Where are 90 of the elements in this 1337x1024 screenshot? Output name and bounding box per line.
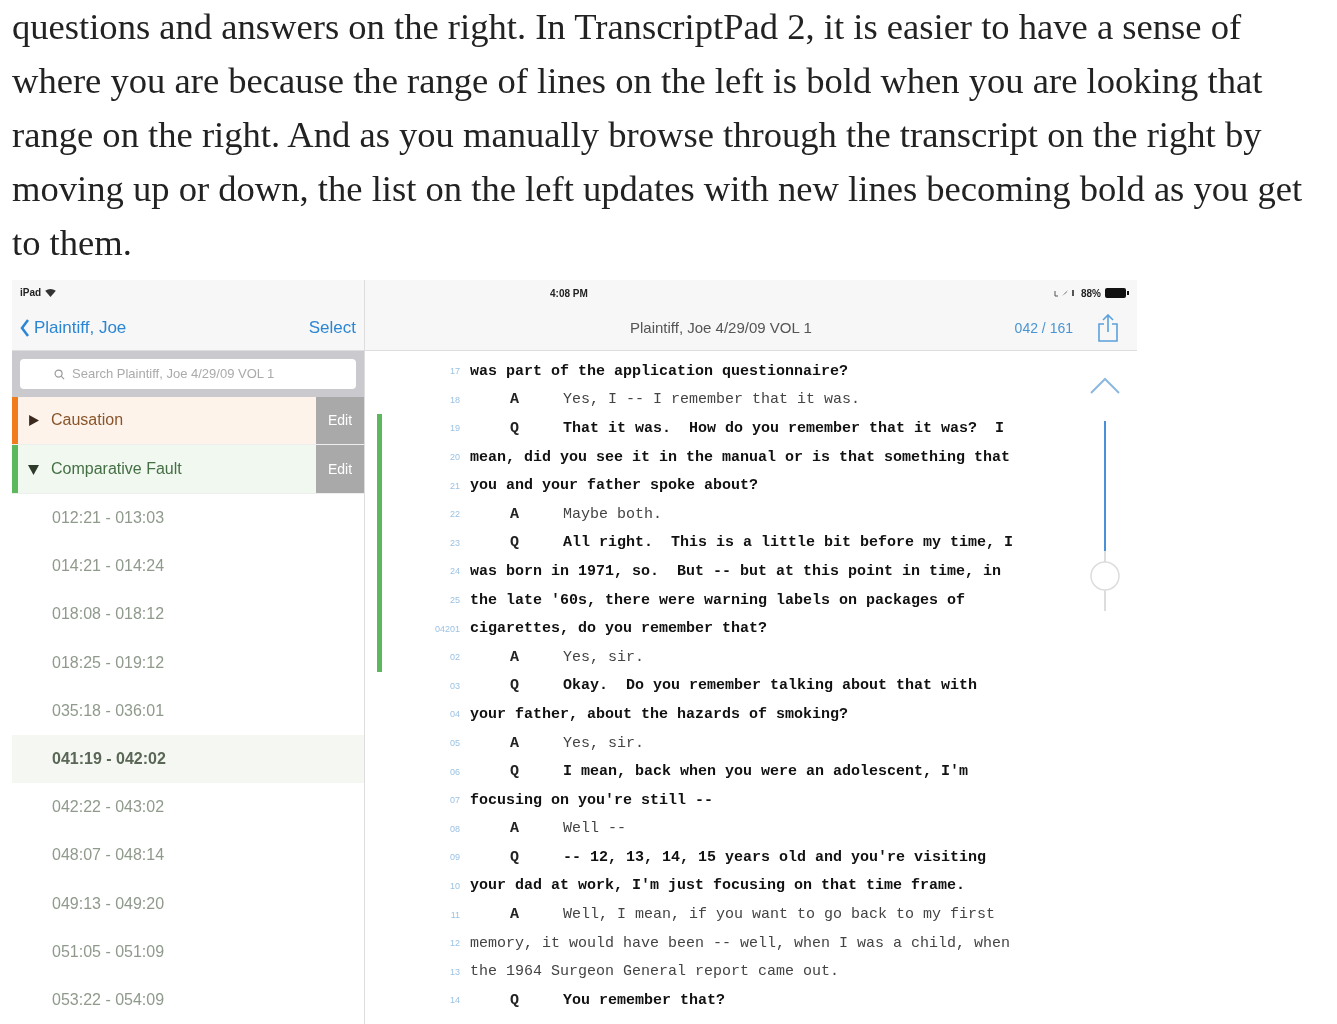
speaker-label: A [509,820,520,838]
speaker-label: Q [509,534,520,552]
transcript-text: Yes, sir. [563,648,644,666]
line-number: 20 [449,452,461,463]
range-item[interactable]: 051:05 - 051:09 [12,927,364,976]
line-number: 19 [449,423,461,434]
transcript-text: your dad at work, I'm just focusing on that time frame. [470,877,966,895]
edit-button[interactable]: Edit [316,445,364,493]
range-item[interactable]: 018:08 - 018:12 [12,590,364,639]
battery-percent: 88% [1081,287,1101,299]
speaker-label: Q [509,420,520,437]
status-time: 4:08 PM [550,288,588,299]
line-number: 21 [449,480,461,491]
speaker-label: Q [509,991,520,1009]
line-number: 03 [449,680,461,691]
range-item[interactable]: 053:22 - 054:09 [12,975,364,1024]
topic-row[interactable]: Comparative Fault Edit [12,445,364,494]
transcript-text: That it was. How do you remember that it was? I [563,420,1005,437]
line-number: 11 [449,909,461,920]
line-number: 12 [449,938,461,949]
select-button[interactable]: Select [308,317,356,338]
transcript-text: -- 12, 13, 14, 15 years old and you're visiting [563,848,987,866]
transcript-text: was part of the application questionnaire? [470,362,849,380]
transcript-text: was born in 1971, so. But -- but at this point in time, in [470,562,1002,580]
transcript-text: All right. This is a little bit before my time, I [563,534,1014,552]
range-item[interactable]: 035:18 - 036:01 [12,686,364,735]
speaker-label: A [509,391,520,409]
line-number: 04 [449,709,461,720]
transcript-text: the 1964 Surgeon General report came out. [470,963,840,981]
line-number: 07 [449,795,461,806]
device-label: iPad [20,287,42,299]
topic-label: Causation [51,411,125,430]
speaker-label: A [509,505,520,523]
transcript-text: cigarettes, do you remember that? [470,620,768,638]
search-icon [54,368,65,380]
speaker-label: Q [509,763,520,781]
transcript-text: Yes, sir. [563,734,644,752]
line-number: 18 [449,394,461,405]
range-item[interactable]: 012:21 - 013:03 [12,493,364,543]
transcript-text: You remember that? [563,991,726,1009]
line-number: 05 [449,738,461,748]
chevron-left-icon [20,318,30,337]
line-number: 10 [449,881,461,891]
status-icons [1053,289,1077,297]
article-paragraph: questions and answers on the right. In TranscriptPad 2, it is easier to have a sense of where you are because the range of lines on the left is bold when you are looking that range on the right. And as you manually browse through the transcript on the right by moving up or down, the list on the left updates with new lines becoming bold as you get to them. [11,5,1304,265]
back-button[interactable]: Plaintiff, Joe [20,317,127,338]
topic-label: Comparative Fault [51,460,183,479]
search-field[interactable]: Search Plaintiff, Joe 4/29/09 VOL 1 [20,358,356,389]
transcript-text: your father, about the hazards of smoking? [470,705,849,723]
range-item[interactable]: 018:25 - 019:12 [12,638,364,687]
line-number: 04201 [433,623,461,634]
range-item[interactable]: 048:07 - 048:14 [12,831,364,880]
line-number: 08 [449,823,461,834]
speaker-label: Q [509,848,520,866]
line-number: 24 [449,566,461,577]
line-number: 22 [449,509,461,520]
line-number: 13 [449,966,461,977]
line-number: 25 [449,595,461,606]
speaker-label: A [509,734,520,752]
line-number: 06 [449,766,461,777]
topic-row[interactable]: Causation Edit [12,396,364,446]
share-icon[interactable] [1097,314,1119,342]
transcript-text: Well, I mean, if you want to go back to my first [563,906,996,924]
line-number: 14 [449,995,461,1006]
transcript-text: focusing on you're still -- [470,791,714,809]
transcript-text: the late '60s, there were warning labels on packages of [470,591,966,609]
range-item[interactable]: 042:22 - 043:02 [12,783,364,832]
range-item[interactable]: 041:19 - 042:02 [12,734,364,784]
line-number: 23 [449,537,461,548]
wifi-icon [45,288,57,297]
transcript-text: mean, did you see it in the manual or is that something that [470,448,1011,466]
transcript-text: Okay. Do you remember talking about that with [563,677,978,695]
transcript-text: you and your father spoke about? [470,477,759,495]
page-counter: 042 / 161 [1014,320,1073,336]
battery-icon [1105,288,1129,298]
transcript-text: Yes, I -- I remember that it was. [563,391,861,409]
document-title: Plaintiff, Joe 4/29/09 VOL 1 [630,319,812,336]
transcript-text: I mean, back when you were an adolescent, I'm [563,763,969,781]
edit-button[interactable]: Edit [316,396,364,445]
line-number: 17 [449,366,461,377]
speaker-label: A [509,648,520,666]
transcript-text: Maybe both. [563,505,663,523]
speaker-label: A [509,906,520,924]
speaker-label: Q [509,677,520,695]
transcript-text: memory, it would have been -- well, when I was a child, when [470,934,1011,952]
line-number: 02 [449,652,461,663]
range-item[interactable]: 049:13 - 049:20 [12,879,364,928]
line-number: 09 [449,852,461,863]
range-item[interactable]: 014:21 - 014:24 [12,542,364,591]
transcript-text: Well -- [563,820,626,838]
